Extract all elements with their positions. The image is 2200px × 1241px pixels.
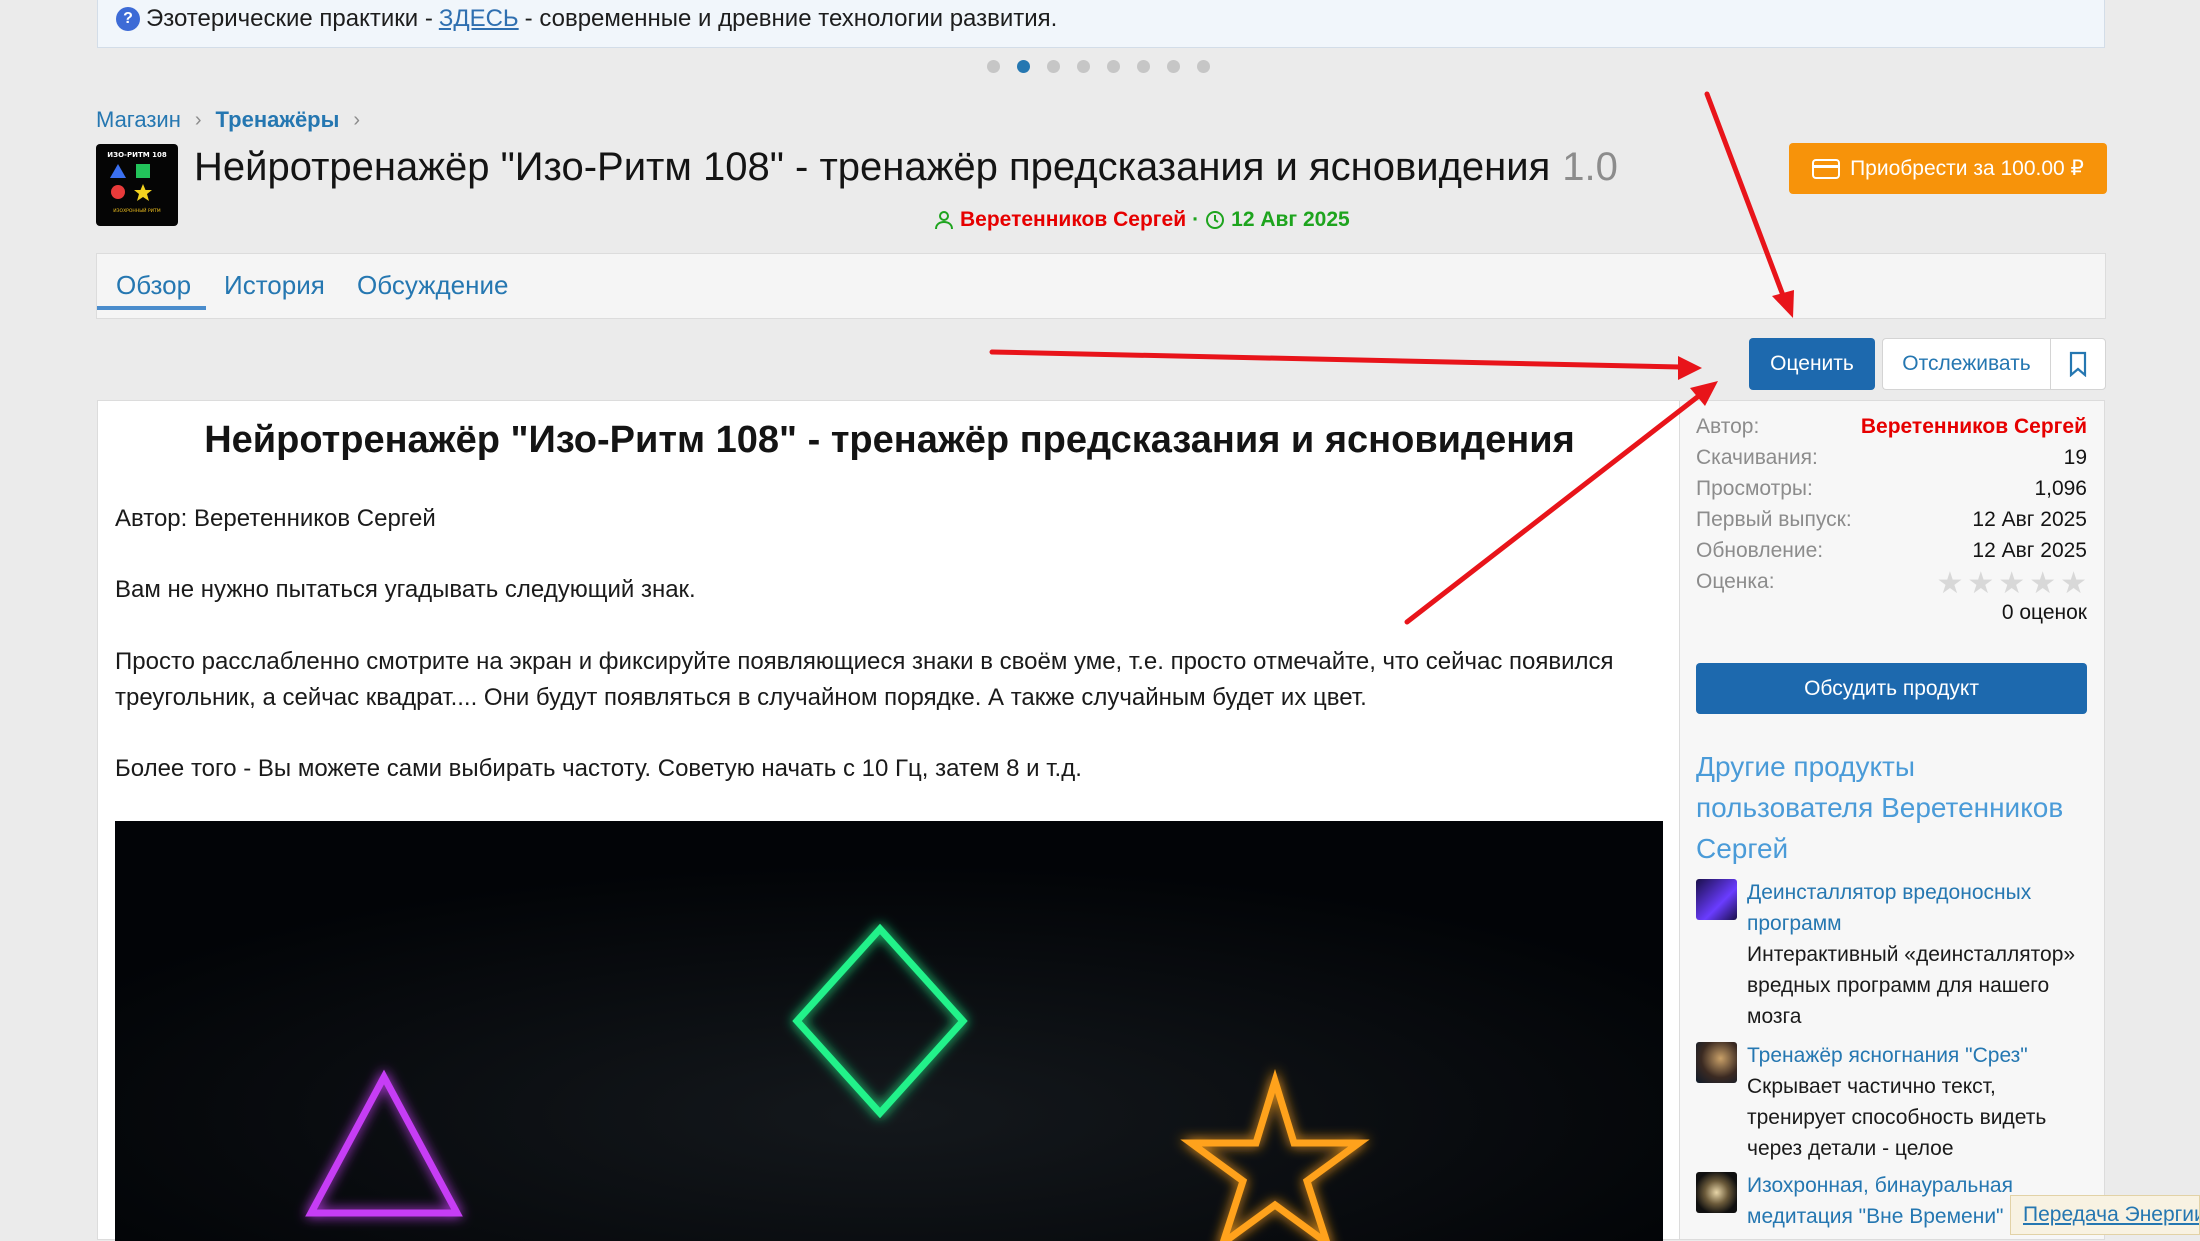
star-icon: ★ — [1998, 567, 2026, 600]
svg-text:ИЗОХРОННЫЙ РИТМ: ИЗОХРОННЫЙ РИТМ — [113, 207, 160, 214]
star-icon: ★ — [1936, 567, 1964, 600]
carousel-dot[interactable] — [1047, 60, 1060, 73]
tab-bar: Обзор История Обсуждение — [96, 253, 2106, 319]
product-logo: ИЗО-РИТМ 108 ИЗОХРОННЫЙ РИТМ — [96, 144, 178, 226]
info-icon: ? — [116, 6, 140, 31]
tab-overview[interactable]: Обзор — [116, 270, 191, 301]
chevron-right-icon: › — [353, 108, 361, 131]
follow-button[interactable]: Отслеживать — [1882, 338, 2050, 390]
info-author: Автор: Веретенников Сергей — [1696, 415, 2087, 439]
announcement-banner: ? Эзотерические практики - ЗДЕСЬ - совре… — [97, 0, 2105, 48]
carousel-dot-active[interactable] — [1017, 60, 1030, 73]
carousel-dot[interactable] — [1107, 60, 1120, 73]
chevron-right-icon: › — [194, 108, 202, 131]
info-views: Просмотры: 1,096 — [1696, 477, 2087, 501]
arrow-head — [1678, 356, 1702, 380]
info-value: 19 — [2063, 446, 2087, 469]
description-paragraph: Более того - Вы можете сами выбирать час… — [115, 755, 1082, 782]
star-icon: ★ — [2029, 567, 2057, 600]
carousel-dot[interactable] — [1167, 60, 1180, 73]
info-value: 12 Авг 2025 — [1972, 508, 2087, 531]
info-value: 12 Авг 2025 — [1972, 539, 2087, 562]
description-paragraph: Просто расслабленно смотрите на экран и … — [115, 648, 1614, 711]
other-product-desc: Скрывает частично текст, тренирует спосо… — [1747, 1075, 2047, 1160]
other-products-title[interactable]: Другие продукты пользователя Веретеннико… — [1696, 746, 2096, 869]
product-sidebar: Автор: Веретенников Сергей Скачивания: 1… — [1680, 400, 2105, 1240]
rating-count: 0 оценок — [2001, 601, 2087, 624]
info-rating: Оценка: ★ ★ ★ ★ ★ — [1696, 567, 2087, 600]
rating-count-row: 0 оценок — [1696, 601, 2087, 625]
user-icon — [935, 211, 953, 230]
meta-separator: · — [1192, 208, 1200, 231]
buy-button-label: Приобрести за 100.00 ₽ — [1850, 157, 2084, 180]
product-thumbnail — [1696, 879, 1737, 920]
credit-card-icon — [1812, 158, 1841, 179]
breadcrumb-shop[interactable]: Магазин — [96, 107, 181, 133]
banner-suffix: - современные и древние технологии разви… — [524, 4, 1058, 32]
breadcrumb-trainers[interactable]: Тренажёры — [216, 107, 340, 133]
info-label: Обновление: — [1696, 539, 1824, 562]
other-product-title[interactable]: Деинсталлятор вредоносных программ — [1747, 877, 2092, 939]
discuss-product-button[interactable]: Обсудить продукт — [1696, 663, 2087, 714]
info-label: Просмотры: — [1696, 477, 1813, 500]
banner-link[interactable]: ЗДЕСЬ — [439, 5, 519, 33]
info-label: Автор: — [1696, 415, 1760, 438]
demo-video[interactable] — [115, 821, 1663, 1241]
description-paragraph: Вам не нужно пытаться угадывать следующи… — [115, 576, 696, 603]
info-downloads: Скачивания: 19 — [1696, 446, 2087, 470]
page-title: Нейротренажёр "Изо-Ритм 108" - тренажёр … — [194, 145, 1618, 190]
info-label: Оценка: — [1696, 570, 1775, 593]
description-heading: Нейротренажёр "Изо-Ритм 108" - тренажёр … — [204, 419, 1575, 461]
svg-text:ИЗО-РИТМ 108: ИЗО-РИТМ 108 — [107, 151, 167, 159]
breadcrumb: Магазин › Тренажёры › — [96, 107, 374, 133]
carousel-dot[interactable] — [1197, 60, 1210, 73]
banner-prefix: Эзотерические практики - — [146, 4, 433, 32]
clock-icon — [1206, 211, 1225, 229]
bookmark-button[interactable] — [2050, 338, 2106, 390]
star-icon: ★ — [1967, 567, 1995, 600]
product-meta: Веретенников Сергей · 12 Авг 2025 — [934, 208, 1350, 232]
rating-stars: ★ ★ ★ ★ ★ — [1936, 567, 2087, 600]
other-product-title[interactable]: Тренажёр ясногнания "Срез" — [1747, 1040, 2092, 1071]
info-updated: Обновление: 12 Авг 2025 — [1696, 539, 2087, 563]
carousel-dots — [987, 60, 1210, 73]
release-date: 12 Авг 2025 — [1231, 208, 1350, 231]
energy-transfer-link[interactable]: Передача Энергии — [2010, 1195, 2200, 1235]
info-label: Первый выпуск: — [1696, 508, 1852, 531]
product-thumbnail — [1696, 1042, 1737, 1083]
rate-button[interactable]: Оценить — [1749, 338, 1875, 390]
product-title: Нейротренажёр "Изо-Ритм 108" - тренажёр … — [194, 145, 1551, 189]
tab-history[interactable]: История — [224, 270, 325, 301]
info-first-release: Первый выпуск: 12 Авг 2025 — [1696, 508, 2087, 532]
carousel-dot[interactable] — [1077, 60, 1090, 73]
bookmark-icon — [2069, 351, 2087, 377]
buy-button[interactable]: Приобрести за 100.00 ₽ — [1789, 143, 2107, 194]
tab-discussion[interactable]: Обсуждение — [357, 270, 508, 301]
info-label: Скачивания: — [1696, 446, 1818, 469]
active-tab-indicator — [97, 306, 206, 310]
info-author-value[interactable]: Веретенников Сергей — [1861, 415, 2087, 439]
description-paragraph: Автор: Веретенников Сергей — [115, 505, 436, 532]
product-thumbnail — [1696, 1172, 1737, 1213]
other-product-desc: Интерактивный «деинсталлятор» вредных пр… — [1747, 943, 2076, 1028]
carousel-dot[interactable] — [987, 60, 1000, 73]
carousel-dot[interactable] — [1137, 60, 1150, 73]
product-version: 1.0 — [1562, 145, 1618, 189]
author-link[interactable]: Веретенников Сергей — [960, 208, 1186, 232]
info-value: 1,096 — [2034, 477, 2087, 500]
arrow-right — [989, 349, 1683, 370]
product-description: Нейротренажёр "Изо-Ритм 108" - тренажёр … — [97, 400, 1680, 1241]
star-icon: ★ — [2060, 567, 2087, 600]
